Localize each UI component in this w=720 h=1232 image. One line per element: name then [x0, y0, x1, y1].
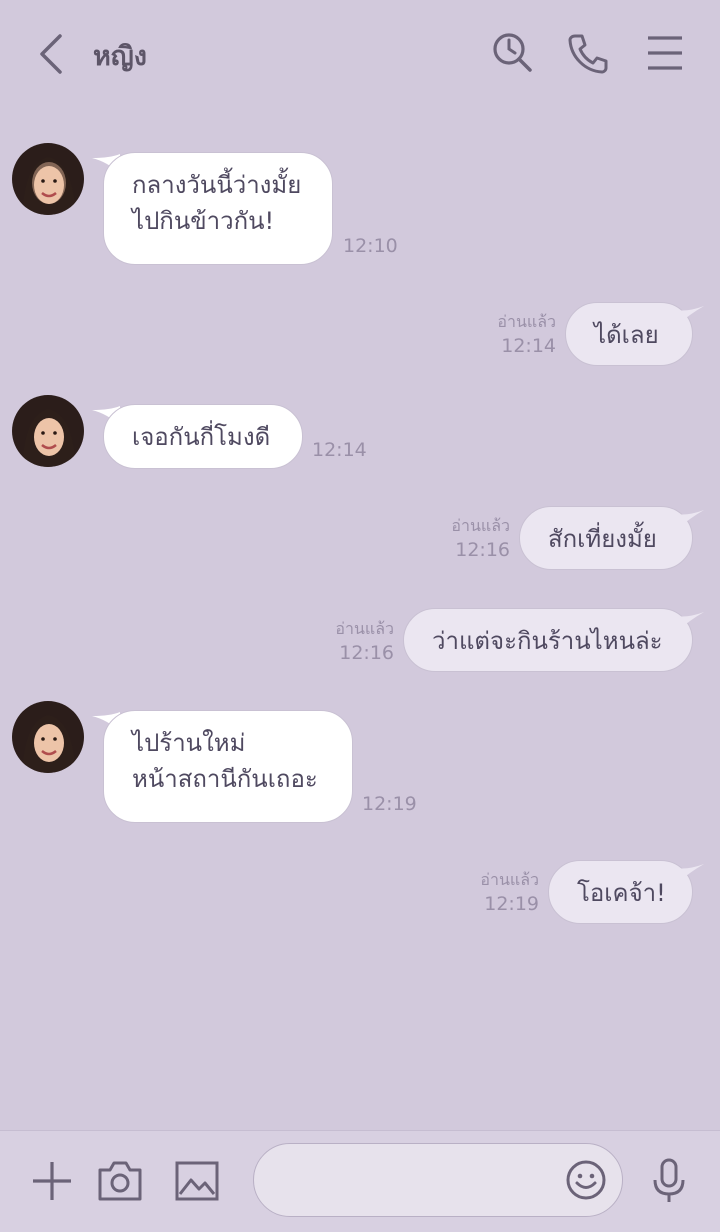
read-receipt: อ่านแล้ว [335, 619, 394, 638]
message-text: ว่าแต่จะกินร้านไหนล่ะ [432, 627, 663, 655]
read-receipt: อ่านแล้ว [480, 870, 539, 889]
composer-bar [0, 1130, 720, 1232]
message-bubble[interactable]: สักเที่ยงมั้ย [519, 506, 693, 570]
contact-avatar[interactable] [12, 701, 84, 773]
contact-avatar[interactable] [12, 143, 84, 215]
message-input-wrapper [253, 1143, 623, 1218]
message-text: โอเคจ้า! [577, 879, 666, 907]
menu-button[interactable] [642, 30, 688, 76]
message-meta: อ่านแล้ว 12:14 [497, 311, 556, 359]
avatar-image [12, 701, 84, 773]
plus-icon [33, 1162, 71, 1200]
message-meta: อ่านแล้ว 12:19 [480, 869, 539, 917]
message-time: 12:14 [501, 335, 556, 357]
image-icon [175, 1161, 219, 1201]
bubble-tail [676, 864, 704, 884]
avatar-image [12, 143, 84, 215]
message-time: 12:16 [339, 642, 394, 664]
message-bubble[interactable]: ว่าแต่จะกินร้านไหนล่ะ [403, 608, 693, 672]
bubble-tail [676, 612, 704, 632]
message-text: ได้เลย [594, 321, 659, 349]
search-history-icon [493, 33, 532, 72]
camera-button[interactable] [95, 1156, 145, 1206]
message-text: หน้าสถานีกันเถอะ [132, 765, 318, 793]
message-time: 12:19 [484, 893, 539, 915]
avatar-image [12, 395, 84, 467]
message-bubble[interactable]: เจอกันกี่โมงดี [103, 404, 303, 469]
emoji-icon [566, 1160, 606, 1200]
message-bubble[interactable]: ไปร้านใหม่ หน้าสถานีกันเถอะ [103, 710, 353, 823]
read-receipt: อ่านแล้ว [451, 516, 510, 535]
call-button[interactable] [565, 30, 611, 76]
chat-title: หญิง [93, 41, 147, 72]
microphone-icon [653, 1158, 685, 1202]
menu-icon [648, 36, 682, 70]
search-history-button[interactable] [490, 30, 536, 76]
message-text: ไปร้านใหม่ [132, 729, 246, 757]
message-time: 12:16 [455, 539, 510, 561]
voice-button[interactable] [644, 1156, 694, 1206]
message-time: 12:10 [343, 235, 398, 257]
bubble-tail [676, 306, 704, 326]
message-time: 12:19 [362, 793, 417, 815]
message-bubble[interactable]: ได้เลย [565, 302, 693, 366]
message-bubble[interactable]: โอเคจ้า! [548, 860, 693, 924]
message-time: 12:14 [312, 439, 367, 461]
contact-avatar[interactable] [12, 395, 84, 467]
add-button[interactable] [27, 1156, 77, 1206]
message-text: กลางวันนี้ว่างมั้ย [132, 171, 302, 199]
chevron-left-icon [40, 34, 62, 74]
message-text: เจอกันกี่โมงดี [132, 423, 271, 451]
message-meta: อ่านแล้ว 12:16 [451, 515, 510, 563]
gallery-button[interactable] [172, 1156, 222, 1206]
emoji-button[interactable] [564, 1158, 608, 1202]
read-receipt: อ่านแล้ว [497, 312, 556, 331]
message-text: สักเที่ยงมั้ย [548, 525, 657, 553]
chat-header: หญิง [0, 0, 720, 106]
message-text: ไปกินข้าวกัน! [132, 207, 275, 235]
back-button[interactable] [30, 30, 74, 78]
bubble-tail [676, 510, 704, 530]
camera-icon [98, 1161, 142, 1201]
message-meta: อ่านแล้ว 12:16 [335, 618, 394, 666]
phone-icon [568, 34, 608, 74]
message-bubble[interactable]: กลางวันนี้ว่างมั้ย ไปกินข้าวกัน! [103, 152, 333, 265]
message-input[interactable] [276, 1144, 560, 1218]
chat-screen: หญิง กลางวันนี้ว่างมั้ย ไปกินข้าวกัน! 12… [0, 0, 720, 1232]
